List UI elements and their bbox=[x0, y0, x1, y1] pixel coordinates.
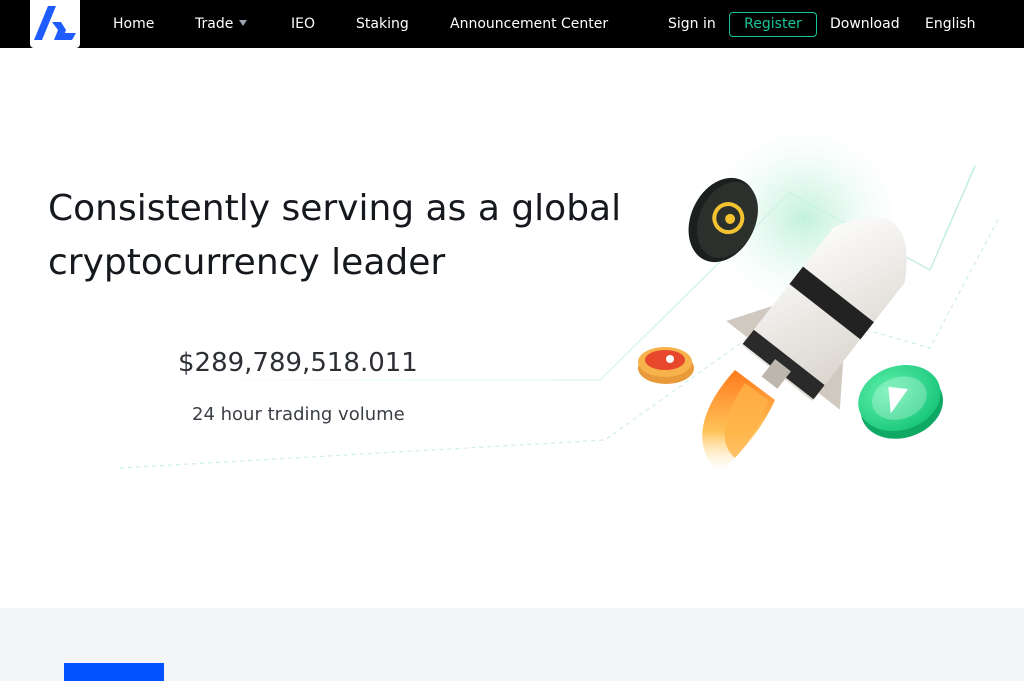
section-accent-block bbox=[64, 663, 164, 681]
top-nav-bar: Home Trade IEO Staking Announcement Cent… bbox=[0, 0, 1024, 48]
nav-ieo[interactable]: IEO bbox=[291, 15, 315, 33]
trading-volume-value: $289,789,518.011 bbox=[178, 348, 418, 378]
nav-trade[interactable]: Trade bbox=[195, 15, 248, 33]
hero-title: Consistently serving as a global cryptoc… bbox=[48, 188, 622, 283]
download-link[interactable]: Download bbox=[830, 15, 900, 33]
sign-in-link[interactable]: Sign in bbox=[668, 15, 716, 33]
register-button[interactable]: Register bbox=[729, 12, 817, 37]
bottom-section bbox=[0, 608, 1024, 681]
nav-staking[interactable]: Staking bbox=[356, 15, 409, 33]
nav-trade-label: Trade bbox=[195, 16, 234, 32]
nav-announcement-center[interactable]: Announcement Center bbox=[450, 15, 608, 33]
trading-volume-label: 24 hour trading volume bbox=[192, 404, 405, 425]
chevron-down-icon bbox=[239, 20, 248, 26]
nav-home[interactable]: Home bbox=[113, 15, 154, 33]
logo[interactable] bbox=[30, 0, 80, 48]
language-selector[interactable]: English bbox=[925, 15, 976, 33]
hero-section: Consistently serving as a global cryptoc… bbox=[0, 48, 1024, 608]
logo-icon bbox=[34, 6, 76, 40]
rocket-illustration bbox=[100, 128, 1001, 473]
